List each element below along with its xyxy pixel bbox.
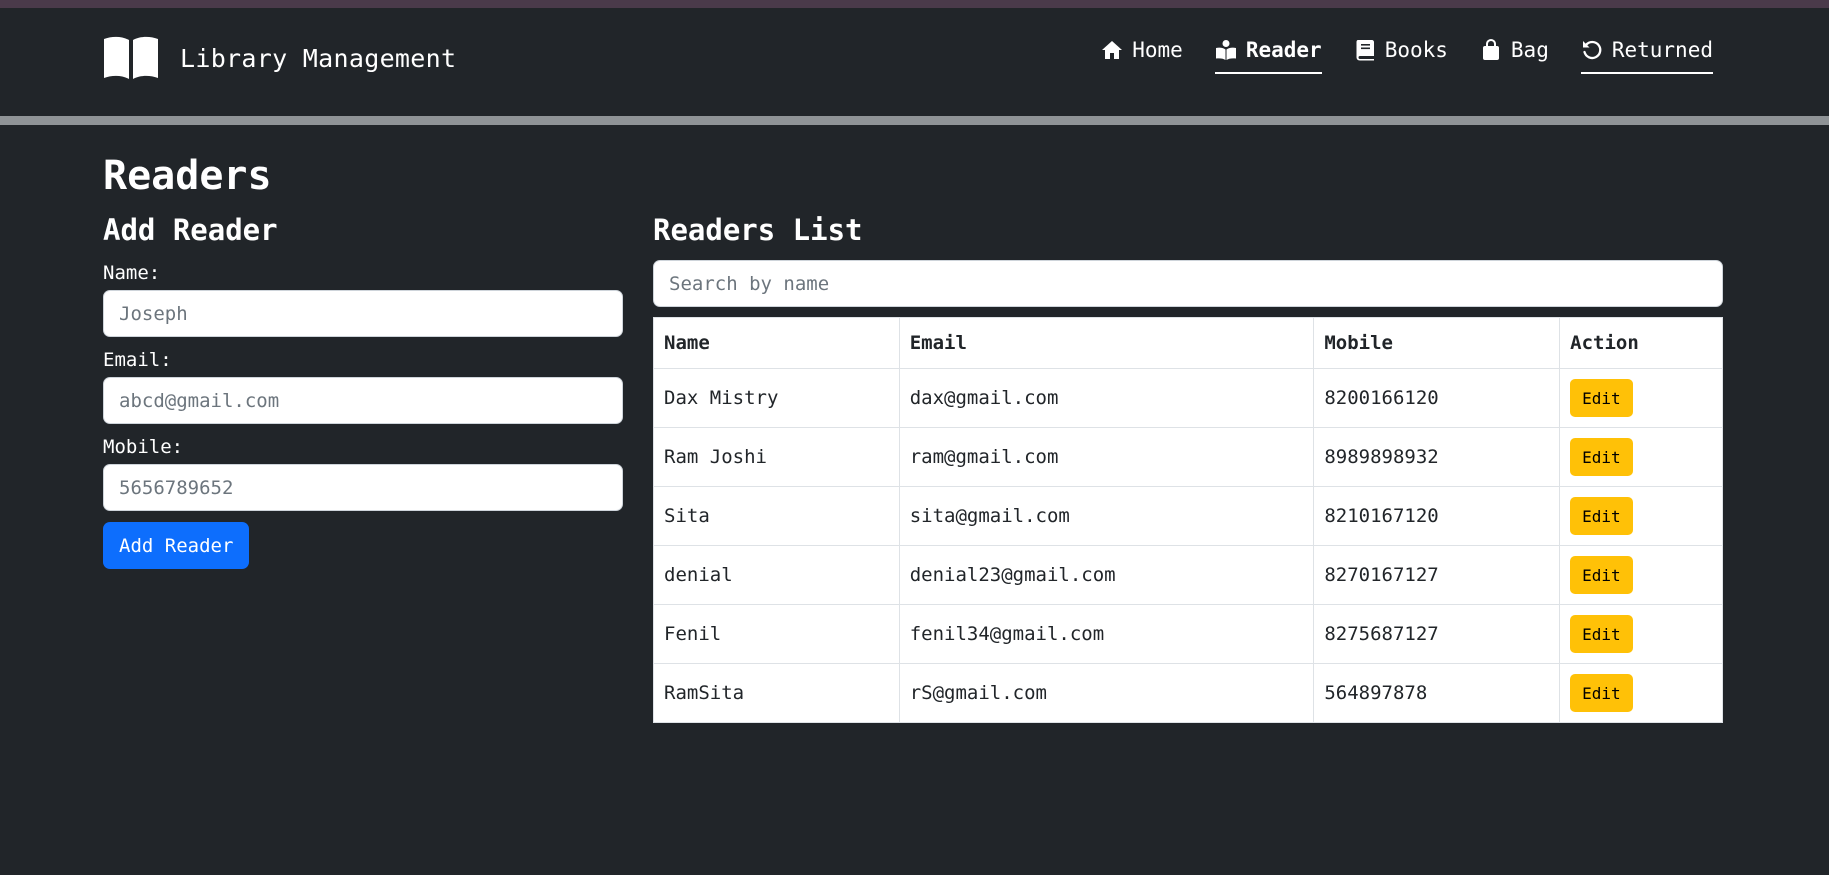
reader-name: denial bbox=[653, 545, 900, 605]
nav-books[interactable]: Books bbox=[1354, 38, 1448, 74]
edit-button[interactable]: Edit bbox=[1570, 379, 1633, 417]
bag-icon bbox=[1482, 39, 1499, 60]
open-book-icon bbox=[104, 36, 158, 79]
window-top-strip bbox=[0, 0, 1829, 8]
reader-mobile: 564897878 bbox=[1313, 663, 1561, 723]
reader-name: Fenil bbox=[653, 604, 900, 664]
reader-action-cell: Edit bbox=[1559, 368, 1723, 428]
page-title: Readers bbox=[103, 153, 272, 199]
navbar-separator bbox=[0, 116, 1829, 125]
search-input[interactable] bbox=[653, 260, 1723, 307]
reader-name: Dax Mistry bbox=[653, 368, 900, 428]
reader-action-cell: Edit bbox=[1559, 486, 1723, 546]
nav-books-label: Books bbox=[1384, 38, 1448, 62]
reader-email: sita@gmail.com bbox=[898, 486, 1315, 546]
mobile-input[interactable] bbox=[103, 464, 623, 511]
mobile-label: Mobile: bbox=[103, 436, 184, 458]
readers-list-title: Readers List bbox=[653, 213, 863, 247]
table-row: Sita sita@gmail.com 8210167120 Edit bbox=[653, 486, 1723, 546]
brand[interactable]: Library Management bbox=[102, 28, 456, 88]
nav-returned[interactable]: Returned bbox=[1580, 38, 1713, 74]
add-reader-panel: Add Reader Name: Email: Mobile: Add Read… bbox=[103, 210, 623, 569]
readers-list-panel: Readers List Name Email Mobile Action Da… bbox=[653, 210, 1723, 723]
table-row: Fenil fenil34@gmail.com 8275687127 Edit bbox=[653, 604, 1723, 664]
nav-home[interactable]: Home bbox=[1101, 38, 1183, 74]
edit-button[interactable]: Edit bbox=[1570, 497, 1633, 535]
nav-bag[interactable]: Bag bbox=[1480, 38, 1549, 74]
reader-email: ram@gmail.com bbox=[898, 427, 1315, 487]
reader-mobile: 8210167120 bbox=[1313, 486, 1561, 546]
column-header-mobile: Mobile bbox=[1313, 317, 1561, 369]
name-label: Name: bbox=[103, 262, 161, 284]
edit-button[interactable]: Edit bbox=[1570, 674, 1633, 712]
column-header-name: Name bbox=[653, 317, 900, 369]
reader-name: RamSita bbox=[653, 663, 900, 723]
reader-mobile: 8200166120 bbox=[1313, 368, 1561, 428]
main-nav: Home Reader Books Bag Returned bbox=[1069, 38, 1713, 74]
column-header-email: Email bbox=[898, 317, 1315, 369]
nav-returned-label: Returned bbox=[1611, 38, 1713, 62]
table-row: RamSita rS@gmail.com 564897878 Edit bbox=[653, 663, 1723, 723]
table-row: Ram Joshi ram@gmail.com 8989898932 Edit bbox=[653, 427, 1723, 487]
email-label: Email: bbox=[103, 349, 172, 371]
nav-reader[interactable]: Reader bbox=[1214, 38, 1322, 74]
readers-table: Name Email Mobile Action Dax Mistry dax@… bbox=[653, 317, 1723, 723]
reader-email: denial23@gmail.com bbox=[898, 545, 1315, 605]
reader-email: fenil34@gmail.com bbox=[898, 604, 1315, 664]
reader-name: Ram Joshi bbox=[653, 427, 900, 487]
reader-action-cell: Edit bbox=[1559, 545, 1723, 605]
reader-mobile: 8275687127 bbox=[1313, 604, 1561, 664]
table-row: denial denial23@gmail.com 8270167127 Edi… bbox=[653, 545, 1723, 605]
navbar: Library Management Home Reader Books Bag… bbox=[0, 8, 1829, 116]
nav-bag-label: Bag bbox=[1510, 38, 1549, 62]
table-row: Dax Mistry dax@gmail.com 8200166120 Edit bbox=[653, 368, 1723, 428]
column-header-action: Action bbox=[1559, 317, 1723, 369]
reader-name: Sita bbox=[653, 486, 900, 546]
email-input[interactable] bbox=[103, 377, 623, 424]
brand-title: Library Management bbox=[180, 43, 457, 73]
reader-email: rS@gmail.com bbox=[898, 663, 1315, 723]
nav-reader-label: Reader bbox=[1245, 38, 1322, 62]
reader-action-cell: Edit bbox=[1559, 427, 1723, 487]
reader-icon bbox=[1215, 40, 1236, 60]
add-reader-button[interactable]: Add Reader bbox=[103, 522, 250, 569]
reader-email: dax@gmail.com bbox=[898, 368, 1315, 428]
edit-button[interactable]: Edit bbox=[1570, 556, 1633, 594]
reader-mobile: 8270167127 bbox=[1313, 545, 1561, 605]
reader-action-cell: Edit bbox=[1559, 663, 1723, 723]
table-header-row: Name Email Mobile Action bbox=[653, 317, 1723, 369]
reader-mobile: 8989898932 bbox=[1313, 427, 1561, 487]
edit-button[interactable]: Edit bbox=[1570, 438, 1633, 476]
nav-home-label: Home bbox=[1132, 38, 1183, 62]
edit-button[interactable]: Edit bbox=[1570, 615, 1633, 653]
reader-action-cell: Edit bbox=[1559, 604, 1723, 664]
book-icon bbox=[1356, 40, 1374, 61]
name-input[interactable] bbox=[103, 290, 623, 337]
home-icon bbox=[1102, 41, 1123, 59]
undo-icon bbox=[1582, 40, 1602, 60]
add-reader-title: Add Reader bbox=[103, 213, 278, 247]
